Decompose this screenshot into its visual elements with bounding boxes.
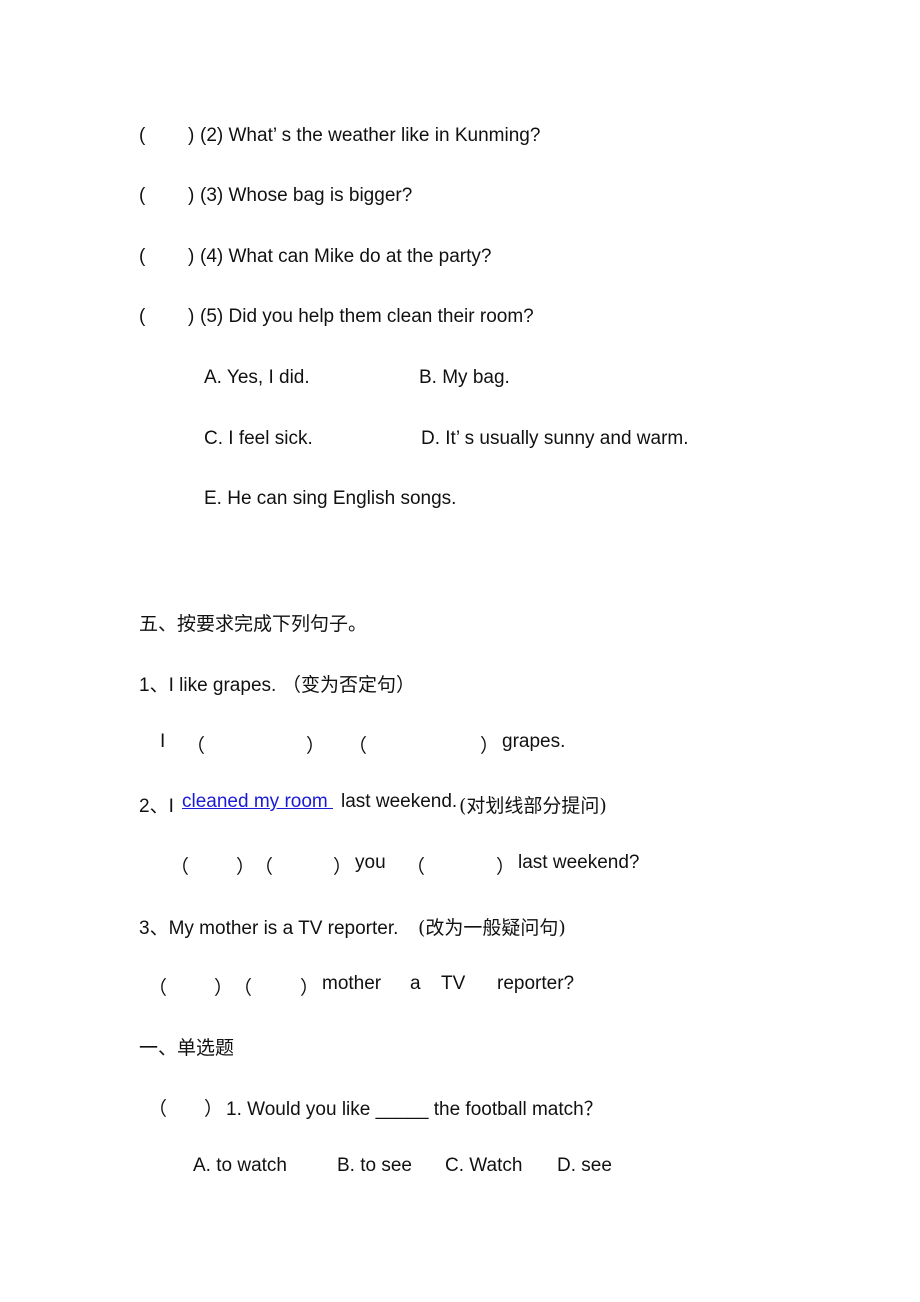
section-heading: 五、按要求完成下列句子。: [139, 613, 368, 635]
option-b: B. My bag.: [419, 367, 510, 388]
answer-bracket-close: ): [188, 185, 195, 206]
exercise-prompt: 1、I like grapes.: [139, 675, 277, 696]
exercise-instruction: (改为一般疑问句): [418, 917, 566, 939]
question-text: (3) Whose bag is bigger?: [200, 185, 413, 206]
answer-bracket-open[interactable]: (: [139, 246, 145, 268]
blank-close: ）: [236, 856, 256, 878]
answer-word: you: [355, 852, 386, 873]
answer-bracket-close: ）: [204, 1098, 224, 1120]
blank-close: ）: [300, 977, 320, 999]
exercise-instruction: （变为否定句）: [282, 674, 416, 696]
blank-close: ）: [306, 735, 326, 757]
blank-open[interactable]: （: [406, 852, 425, 879]
exercise-instruction: (对划线部分提问): [459, 795, 607, 817]
blank-open[interactable]: （: [148, 973, 167, 1000]
blank-close: ）: [496, 856, 516, 878]
answer-bracket-close: ): [188, 125, 195, 146]
answer-bracket-open[interactable]: （: [148, 1094, 167, 1121]
blank-close: ）: [480, 735, 500, 757]
exercise-prompt-start: 2、I: [139, 796, 180, 817]
question-text: 1. Would you like _____ the football mat…: [226, 1099, 603, 1120]
option-d: D. It’ s usually sunny and warm.: [421, 428, 689, 449]
answer-bracket-open[interactable]: (: [139, 125, 145, 147]
choice-d: D. see: [557, 1155, 612, 1176]
blank-open[interactable]: （: [233, 973, 252, 1000]
choice-a: A. to watch: [193, 1155, 287, 1176]
answer-word: a: [410, 973, 421, 994]
option-a: A. Yes, I did.: [204, 367, 310, 388]
answer-bracket-open[interactable]: (: [139, 306, 145, 328]
answer-word: last weekend?: [518, 852, 640, 873]
answer-word: I: [160, 731, 166, 752]
question-text: (4) What can Mike do at the party?: [200, 246, 492, 267]
underlined-phrase-link[interactable]: cleaned my room: [182, 791, 333, 813]
blank-close: ）: [214, 977, 234, 999]
answer-bracket-close: ): [188, 246, 195, 267]
answer-word: TV: [441, 973, 466, 994]
blank-open[interactable]: （: [170, 852, 189, 879]
blank-open[interactable]: （: [254, 852, 273, 879]
option-c: C. I feel sick.: [204, 428, 313, 449]
blank-open[interactable]: （: [348, 731, 367, 758]
answer-word: mother: [322, 973, 382, 994]
exercise-prompt-end: last weekend.: [341, 791, 458, 812]
blank-open[interactable]: （: [186, 731, 205, 758]
exercise-prompt: 3、My mother is a TV reporter.: [139, 918, 399, 939]
answer-word: grapes.: [502, 731, 566, 752]
question-text: (2) What’ s the weather like in Kunming?: [200, 125, 541, 146]
blank-close: ）: [333, 856, 353, 878]
answer-bracket-open[interactable]: (: [139, 185, 145, 207]
choice-b: B. to see: [337, 1155, 412, 1176]
choice-c: C. Watch: [445, 1155, 523, 1176]
option-e: E. He can sing English songs.: [204, 488, 457, 509]
answer-word: reporter?: [497, 973, 575, 994]
question-text: (5) Did you help them clean their room?: [200, 306, 534, 327]
section-heading: 一、单选题: [139, 1037, 235, 1059]
answer-bracket-close: ): [188, 306, 195, 327]
